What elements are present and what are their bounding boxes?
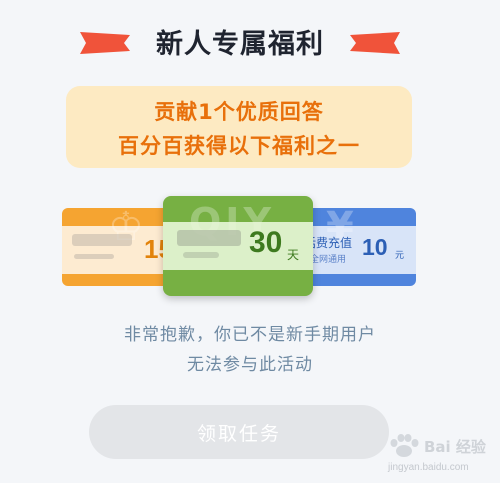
- paw-icon: [390, 434, 419, 457]
- watermark-brand: Bai 经验: [424, 438, 486, 456]
- banner-line-2: 百分百获得以下福利之一: [118, 134, 360, 158]
- status-message-line-2: 无法参与此活动: [187, 355, 313, 375]
- coupon-unit: 天: [287, 248, 300, 262]
- ribbon-right-icon: [350, 32, 400, 54]
- blurred-text: [72, 234, 132, 246]
- coupon-right: ¥ 话费充值 全网通用 10 元: [300, 208, 416, 286]
- status-message-line-1: 非常抱歉，你已不是新手期用户: [124, 325, 376, 345]
- coupon-value: 30: [249, 226, 283, 259]
- watermark-url: jingyan.baidu.com: [388, 462, 469, 473]
- blurred-text: [74, 254, 114, 259]
- page-title: 新人专属福利: [156, 29, 324, 60]
- coupon-unit: 元: [395, 251, 405, 261]
- header: 新人专属福利: [0, 18, 500, 64]
- site-watermark: Bai 经验 jingyan.baidu.com: [384, 432, 496, 480]
- blurred-text: [177, 230, 241, 246]
- coupon-center: QIY 30 天: [163, 196, 313, 296]
- coupon-value: 10: [362, 234, 388, 260]
- claim-task-button[interactable]: 领取任务: [89, 405, 389, 459]
- coupon-subtitle: 全网通用: [310, 255, 347, 265]
- reward-banner: 贡献1个优质回答 百分百获得以下福利之一: [66, 86, 412, 168]
- banner-line-1: 贡献1个优质回答: [154, 100, 324, 124]
- blurred-text: [183, 252, 219, 258]
- ribbon-left-icon: [80, 32, 130, 54]
